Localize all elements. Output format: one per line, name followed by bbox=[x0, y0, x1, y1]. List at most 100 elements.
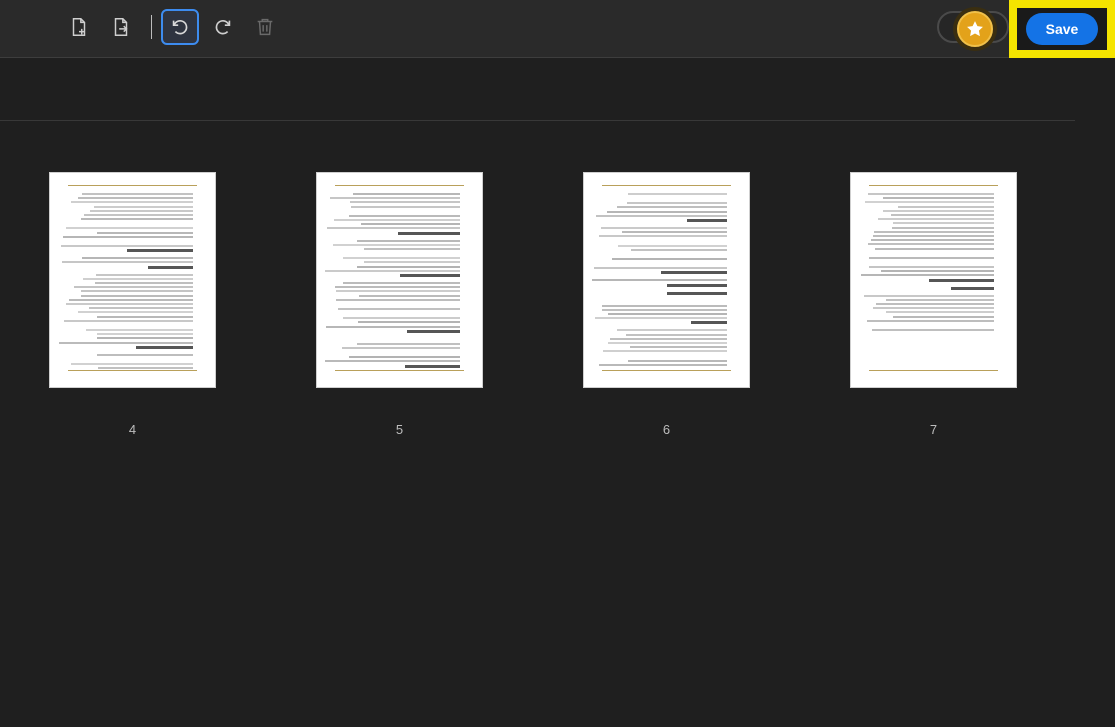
text-line bbox=[349, 356, 460, 359]
text-line bbox=[898, 205, 994, 208]
text-line bbox=[147, 265, 193, 269]
premium-badge[interactable] bbox=[953, 7, 997, 51]
text-line bbox=[96, 273, 193, 276]
text-line bbox=[861, 274, 994, 277]
page-number-label: 5 bbox=[395, 422, 404, 437]
text-line bbox=[338, 308, 460, 310]
page-number-label: 7 bbox=[929, 422, 938, 437]
page-rule bbox=[68, 370, 197, 371]
text-line bbox=[864, 201, 994, 204]
text-line bbox=[868, 266, 994, 268]
text-line bbox=[64, 319, 193, 322]
save-button[interactable]: Save bbox=[1026, 13, 1098, 45]
text-line bbox=[358, 294, 460, 297]
page-rule bbox=[68, 185, 197, 186]
text-line bbox=[616, 329, 727, 332]
text-line bbox=[618, 244, 727, 247]
text-line bbox=[89, 209, 193, 212]
redo-icon bbox=[215, 19, 231, 35]
top-toolbar: Save bbox=[0, 0, 1115, 58]
text-line bbox=[617, 206, 727, 209]
page-thumbnail[interactable] bbox=[316, 172, 483, 388]
text-line bbox=[349, 214, 460, 217]
text-line bbox=[82, 277, 193, 280]
text-line bbox=[58, 341, 193, 344]
delete-page-button[interactable] bbox=[246, 9, 284, 45]
page-rule bbox=[602, 370, 731, 371]
text-line bbox=[80, 294, 193, 297]
undo-button[interactable] bbox=[161, 9, 199, 45]
text-line bbox=[356, 239, 460, 242]
text-line bbox=[599, 235, 727, 238]
text-line bbox=[89, 307, 193, 310]
text-line bbox=[872, 329, 994, 331]
text-line bbox=[690, 321, 727, 325]
text-line bbox=[69, 298, 193, 301]
insert-page-button[interactable] bbox=[60, 9, 98, 45]
text-line bbox=[608, 313, 727, 315]
extract-page-button[interactable] bbox=[102, 9, 140, 45]
text-line bbox=[335, 286, 460, 289]
text-line bbox=[325, 269, 460, 272]
text-line bbox=[81, 193, 193, 195]
text-line bbox=[627, 202, 727, 205]
text-line bbox=[950, 286, 994, 290]
text-line bbox=[868, 256, 994, 259]
text-line bbox=[593, 267, 727, 270]
text-line bbox=[361, 223, 460, 226]
text-line bbox=[883, 197, 994, 200]
redo-button[interactable] bbox=[204, 9, 242, 45]
text-line bbox=[606, 210, 727, 213]
text-line bbox=[867, 243, 994, 246]
trash-icon bbox=[257, 18, 273, 36]
text-line bbox=[85, 329, 193, 331]
text-line bbox=[357, 321, 460, 324]
undo-icon bbox=[172, 19, 188, 35]
text-line bbox=[928, 278, 994, 282]
text-line bbox=[890, 214, 994, 216]
text-line bbox=[397, 231, 460, 235]
text-line bbox=[356, 265, 460, 268]
text-line bbox=[61, 261, 193, 264]
text-line bbox=[136, 345, 193, 349]
text-line bbox=[66, 227, 193, 230]
text-line bbox=[350, 205, 460, 208]
text-line bbox=[96, 333, 193, 336]
text-line bbox=[63, 235, 193, 238]
text-line bbox=[334, 219, 460, 221]
text-line bbox=[80, 290, 193, 293]
text-line bbox=[325, 360, 460, 363]
text-line bbox=[885, 298, 994, 301]
text-line bbox=[602, 308, 727, 311]
text-line bbox=[78, 311, 193, 314]
text-line bbox=[327, 227, 460, 230]
star-icon bbox=[967, 21, 983, 37]
page-thumbnail[interactable] bbox=[850, 172, 1017, 388]
text-line bbox=[405, 364, 460, 368]
text-line bbox=[71, 363, 193, 365]
page-thumbnail[interactable] bbox=[583, 172, 750, 388]
text-line bbox=[70, 201, 193, 204]
text-line bbox=[594, 317, 727, 320]
text-line bbox=[873, 307, 994, 310]
text-line bbox=[885, 311, 994, 314]
text-line bbox=[61, 245, 193, 247]
save-highlight-box: Save bbox=[1009, 0, 1115, 58]
text-line bbox=[332, 243, 460, 246]
text-line bbox=[126, 249, 193, 253]
text-line bbox=[81, 218, 193, 221]
page-thumbnail[interactable] bbox=[49, 172, 216, 388]
text-line bbox=[893, 315, 994, 318]
text-line bbox=[98, 367, 193, 370]
text-line bbox=[875, 247, 994, 250]
text-line bbox=[610, 337, 727, 340]
text-line bbox=[74, 286, 193, 289]
text-line bbox=[628, 193, 727, 195]
page-rule bbox=[602, 185, 731, 186]
text-line bbox=[97, 353, 193, 356]
text-line bbox=[592, 279, 727, 282]
text-line bbox=[868, 193, 994, 195]
text-line bbox=[602, 304, 727, 307]
file-export-icon bbox=[114, 18, 128, 36]
text-line bbox=[867, 319, 994, 322]
